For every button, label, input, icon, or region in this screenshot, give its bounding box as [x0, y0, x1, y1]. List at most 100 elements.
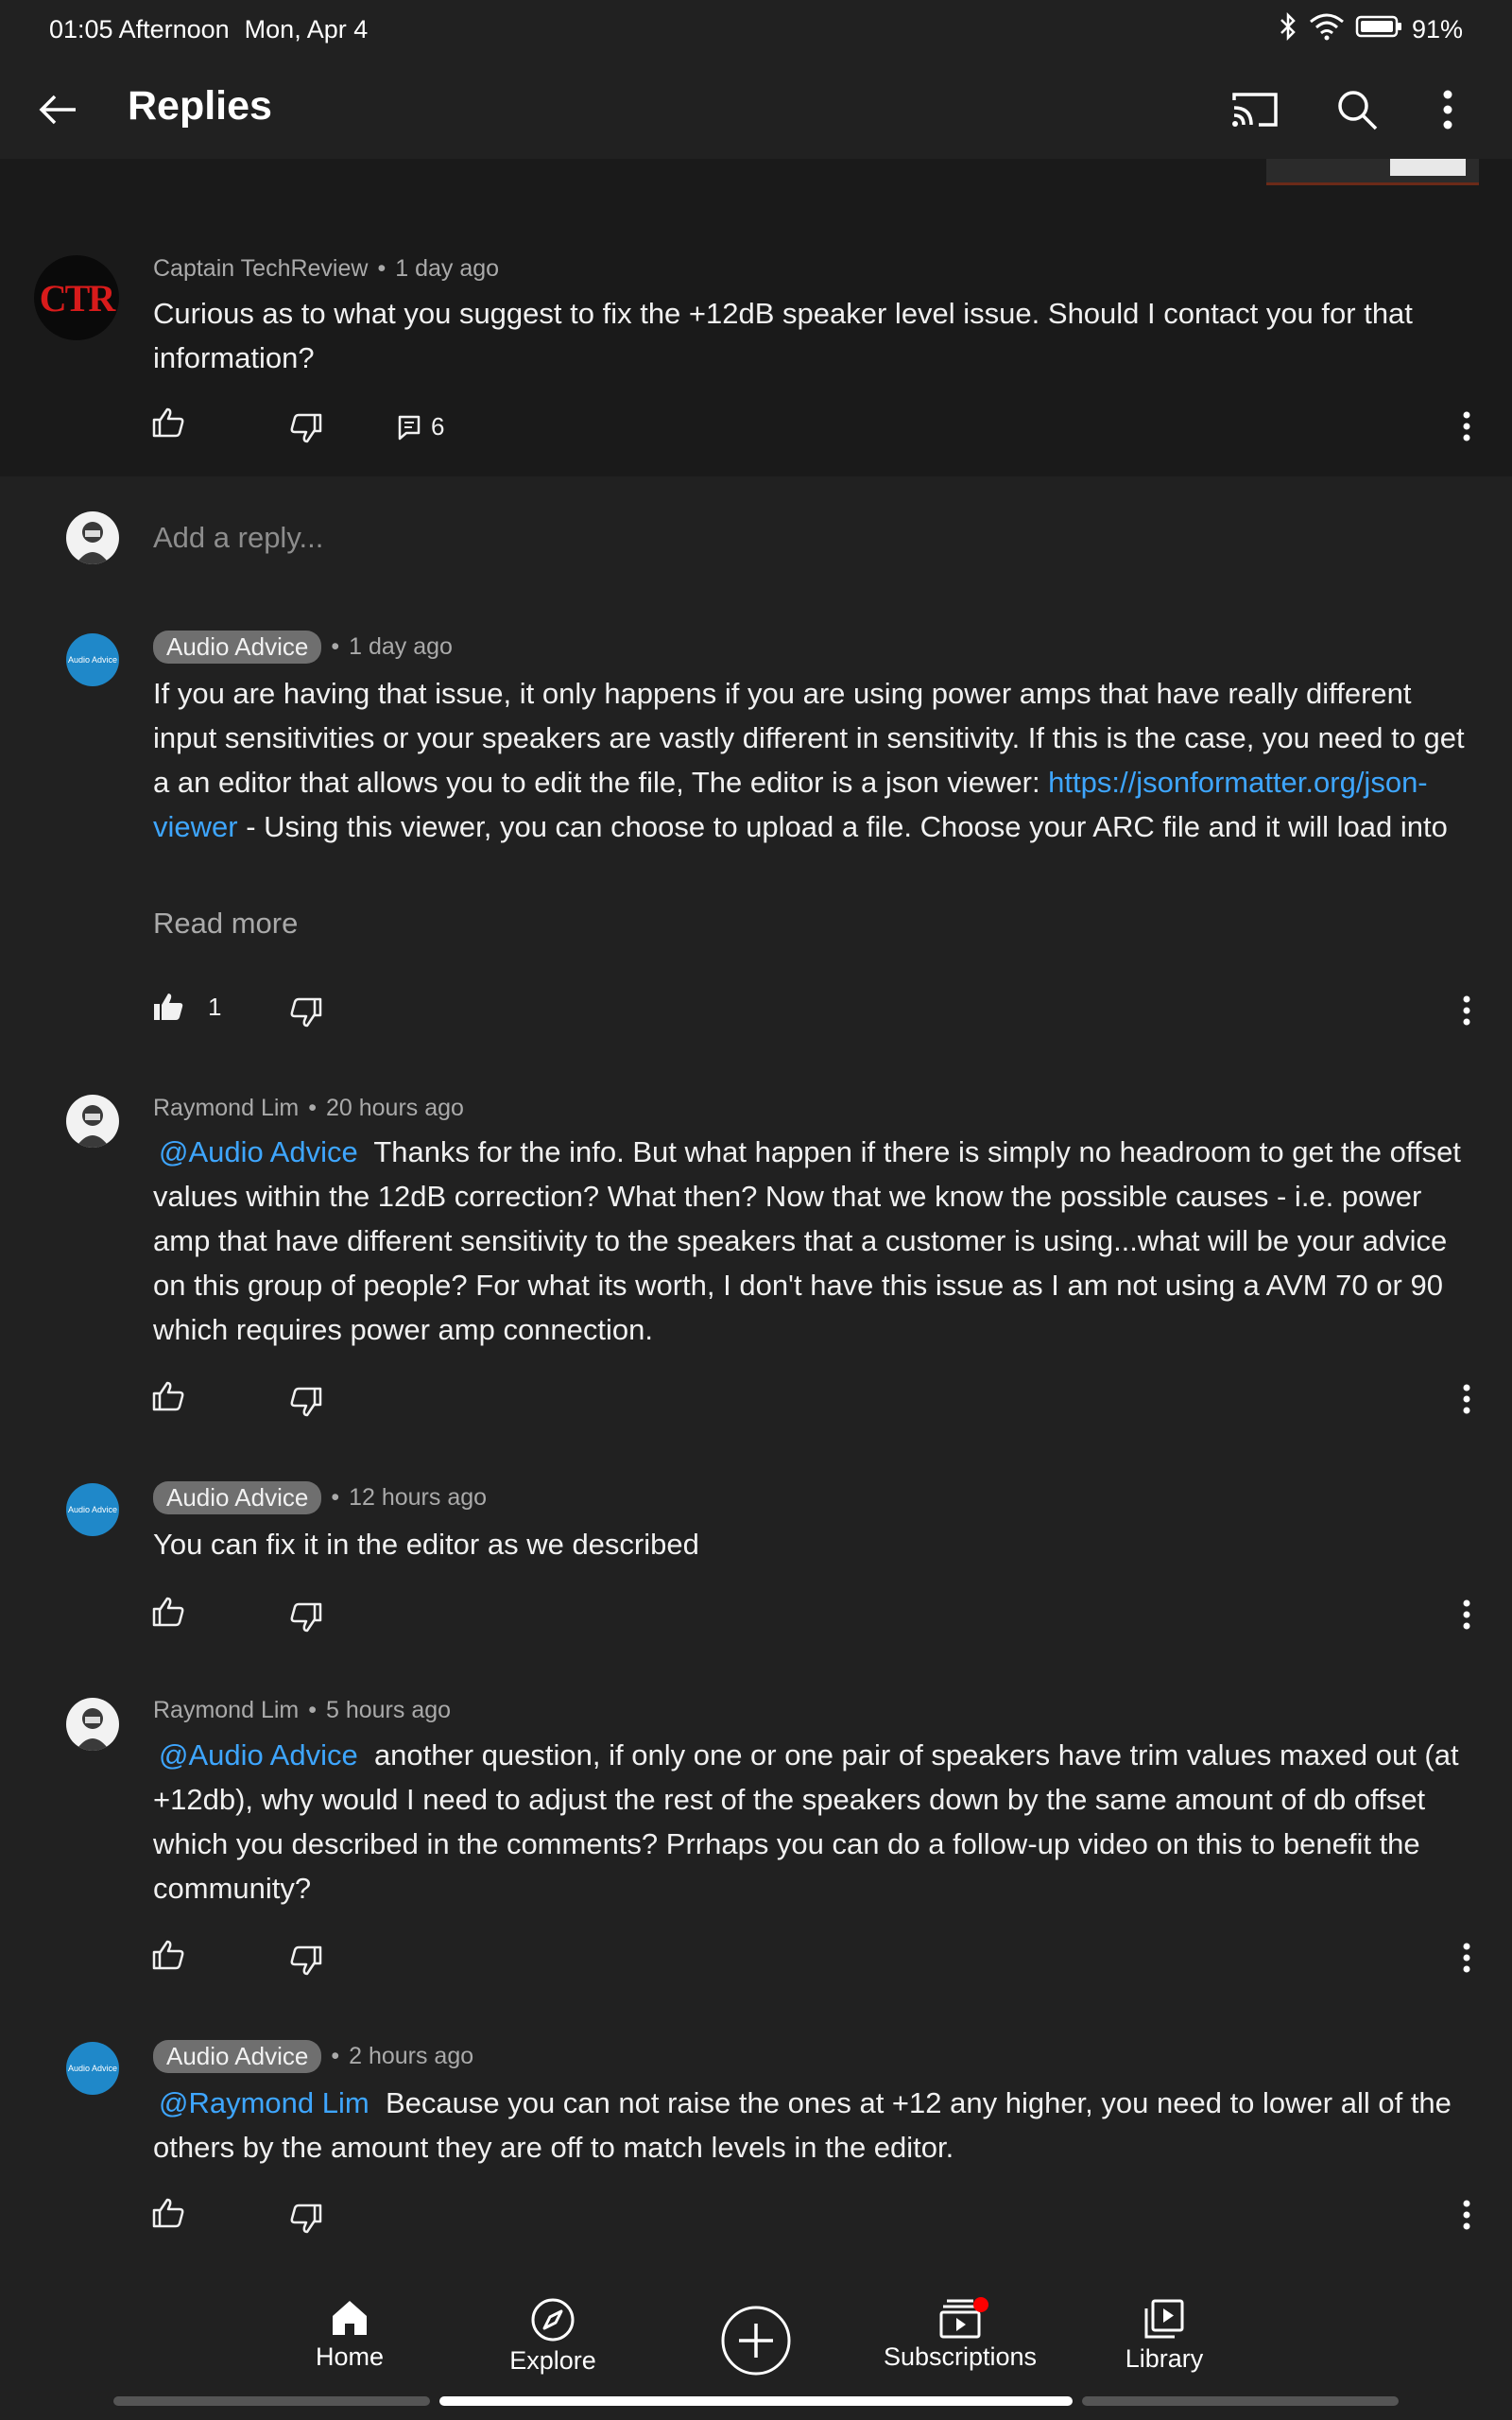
- comment-menu-button[interactable]: [1448, 1591, 1486, 1638]
- like-button[interactable]: [151, 1939, 185, 1971]
- comment-time: 1 day ago: [349, 633, 453, 660]
- comment-meta: Audio Advice • 1 day ago: [153, 631, 453, 664]
- avatar[interactable]: CTR: [34, 255, 119, 340]
- comment-text: You can fix it in the editor as we descr…: [153, 1528, 699, 1561]
- reply-count: 6: [431, 412, 445, 441]
- nav-library[interactable]: Library: [1117, 2297, 1211, 2374]
- vertical-dots-icon: [1463, 2200, 1470, 2230]
- search-icon: [1338, 91, 1378, 130]
- thumbs-up-icon: [152, 1940, 184, 1970]
- read-more-link[interactable]: Read more: [153, 907, 298, 941]
- nav-library-label: Library: [1125, 2344, 1204, 2373]
- replies-list[interactable]: CTR Captain TechReview • 1 day ago Curio…: [0, 159, 1512, 2259]
- comment-menu-button[interactable]: [1448, 1375, 1486, 1423]
- comment-time: 20 hours ago: [326, 1095, 464, 1121]
- dislike-button[interactable]: [289, 412, 323, 444]
- create-button[interactable]: [718, 2305, 794, 2377]
- comment-time: 12 hours ago: [349, 1484, 488, 1511]
- gesture-home-pill[interactable]: [439, 2396, 1073, 2406]
- cast-icon: [1232, 93, 1278, 127]
- comment-author[interactable]: Raymond Lim: [153, 1697, 299, 1724]
- user-portrait-icon: [76, 1105, 110, 1148]
- dislike-button[interactable]: [289, 996, 323, 1028]
- app-bar: Replies: [0, 59, 1512, 159]
- add-reply-input[interactable]: [153, 505, 1457, 571]
- creator-badge[interactable]: Audio Advice: [153, 2040, 322, 2073]
- like-button[interactable]: [151, 406, 185, 439]
- page-title: Replies: [128, 83, 272, 129]
- comment-text-part: - Using this viewer, you can choose to u…: [246, 810, 1448, 843]
- like-button[interactable]: [151, 1596, 185, 1628]
- thumbs-down-icon: [290, 1602, 322, 1633]
- avatar[interactable]: [66, 1698, 119, 1751]
- avatar-logo-text: CTR: [39, 276, 115, 320]
- comment-text: @Raymond Lim Because you can not raise t…: [153, 2081, 1476, 2169]
- like-button[interactable]: [151, 1380, 185, 1412]
- thumbs-down-icon: [290, 1387, 322, 1417]
- search-button[interactable]: [1329, 81, 1385, 138]
- comment-meta: Raymond Lim • 5 hours ago: [153, 1697, 451, 1724]
- avatar-logo-text: Audio Advice: [67, 655, 118, 665]
- gesture-pill-right: [1082, 2396, 1399, 2406]
- mention-link[interactable]: @Audio Advice: [159, 1738, 358, 1772]
- status-time: 01:05 Afternoon: [49, 14, 230, 43]
- creator-badge[interactable]: Audio Advice: [153, 631, 322, 664]
- comment-text: Curious as to what you suggest to fix th…: [153, 297, 1413, 374]
- avatar[interactable]: [66, 1095, 119, 1148]
- thumbs-down-icon: [290, 413, 322, 443]
- battery-percent: 91%: [1411, 14, 1463, 43]
- comment-menu-button[interactable]: [1448, 1934, 1486, 1981]
- thumbs-up-icon: [152, 1597, 184, 1627]
- nav-explore-label: Explore: [509, 2346, 596, 2375]
- home-icon: [333, 2301, 367, 2335]
- meta-separator: •: [308, 1095, 317, 1121]
- like-button[interactable]: 1: [151, 991, 221, 1023]
- gesture-pill-left: [113, 2396, 430, 2406]
- creator-badge[interactable]: Audio Advice: [153, 1481, 322, 1514]
- avatar[interactable]: Audio Advice: [66, 1483, 119, 1536]
- dislike-button[interactable]: [289, 1386, 323, 1418]
- comment-meta: Raymond Lim • 20 hours ago: [153, 1095, 464, 1122]
- meta-separator: •: [331, 633, 340, 660]
- mention-link[interactable]: @Audio Advice: [159, 1135, 358, 1168]
- comment-menu-button[interactable]: [1448, 2191, 1486, 2238]
- nav-home[interactable]: Home: [302, 2297, 397, 2372]
- back-button[interactable]: [32, 83, 85, 136]
- avatar[interactable]: Audio Advice: [66, 633, 119, 686]
- comment-author[interactable]: Captain TechReview: [153, 255, 368, 283]
- status-bar: 01:05 Afternoon Mon, Apr 4 91%: [0, 0, 1512, 59]
- vertical-dots-icon: [1443, 90, 1452, 130]
- meta-separator: •: [377, 255, 387, 282]
- library-icon: [1144, 2299, 1184, 2339]
- more-options-button[interactable]: [1419, 81, 1476, 138]
- thumbs-down-icon: [290, 1945, 322, 1976]
- like-button[interactable]: [151, 2197, 185, 2229]
- cast-button[interactable]: [1227, 81, 1283, 138]
- dislike-button[interactable]: [289, 1945, 323, 1977]
- meta-separator: •: [331, 1484, 340, 1511]
- thumbs-up-filled-icon: [154, 994, 183, 1020]
- vertical-dots-icon: [1463, 1599, 1470, 1630]
- comment-meta: Captain TechReview • 1 day ago: [153, 255, 499, 283]
- avatar[interactable]: Audio Advice: [66, 2042, 119, 2095]
- like-count: 1: [208, 992, 222, 1021]
- nav-home-label: Home: [315, 2342, 385, 2371]
- bluetooth-icon: [1278, 11, 1298, 47]
- meta-separator: •: [308, 1697, 317, 1723]
- dislike-button[interactable]: [289, 2203, 323, 2235]
- current-user-avatar[interactable]: [66, 511, 119, 564]
- mention-link[interactable]: @Raymond Lim: [159, 2086, 369, 2119]
- meta-separator: •: [331, 2043, 340, 2069]
- nav-explore[interactable]: Explore: [506, 2297, 600, 2376]
- status-date: Mon, Apr 4: [244, 14, 369, 43]
- reply-count-button[interactable]: 6: [397, 412, 444, 441]
- comment-menu-button[interactable]: [1448, 403, 1486, 450]
- comment-author[interactable]: Raymond Lim: [153, 1095, 299, 1122]
- subscriptions-icon-wrap: [937, 2297, 988, 2339]
- video-thumbnail[interactable]: [1266, 159, 1479, 185]
- nav-subscriptions[interactable]: Subscriptions: [879, 2297, 1041, 2372]
- dislike-button[interactable]: [289, 1601, 323, 1634]
- user-portrait-icon: [76, 1708, 110, 1751]
- nav-subscriptions-label: Subscriptions: [883, 2342, 1038, 2371]
- comment-menu-button[interactable]: [1448, 987, 1486, 1034]
